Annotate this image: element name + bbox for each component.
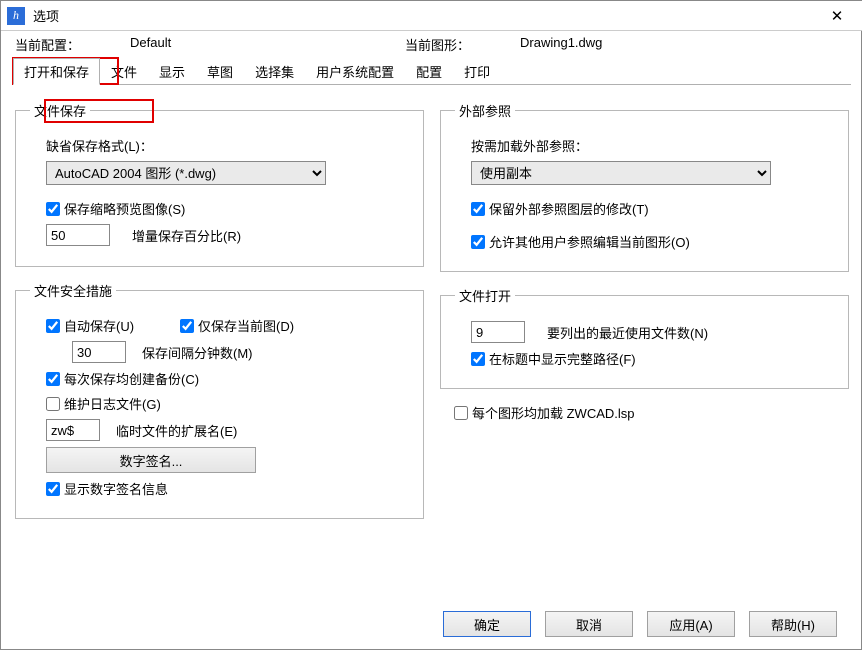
digital-signature-button[interactable]: 数字签名... — [46, 447, 256, 473]
tab-profiles[interactable]: 配置 — [405, 58, 453, 85]
tab-drafting[interactable]: 草图 — [196, 58, 244, 85]
current-profile-value: Default — [130, 35, 171, 54]
retain-changes-input[interactable] — [471, 202, 485, 216]
app-icon: h — [7, 7, 25, 25]
apply-button[interactable]: 应用(A) — [647, 611, 735, 637]
recent-count-input[interactable] — [471, 321, 525, 343]
ok-button[interactable]: 确定 — [443, 611, 531, 637]
recent-count-label: 要列出的最近使用文件数(N) — [547, 323, 708, 342]
legend-file-save: 文件保存 — [30, 101, 90, 120]
group-xref: 外部参照 按需加载外部参照： 使用副本 保留外部参照图层的修改(T) 允许其他用… — [440, 101, 849, 272]
autosave-input[interactable] — [46, 319, 60, 333]
close-button[interactable]: ✕ — [817, 2, 857, 30]
show-full-path-input[interactable] — [471, 352, 485, 366]
inc-percent-input[interactable] — [46, 224, 110, 246]
current-drawing-value: Drawing1.dwg — [520, 35, 602, 54]
save-current-only-input[interactable] — [180, 319, 194, 333]
tab-user-prefs[interactable]: 用户系统配置 — [305, 58, 405, 85]
tab-plot[interactable]: 打印 — [453, 58, 501, 85]
show-digsig-input[interactable] — [46, 482, 60, 496]
allow-others-checkbox[interactable]: 允许其他用户参照编辑当前图形(O) — [471, 232, 690, 251]
load-lsp-input[interactable] — [454, 406, 468, 420]
log-checkbox[interactable]: 维护日志文件(G) — [46, 394, 161, 413]
maintain-preview-input[interactable] — [46, 202, 60, 216]
tab-files[interactable]: 文件 — [100, 58, 148, 85]
demand-load-label: 按需加载外部参照： — [471, 136, 834, 155]
default-format-label: 缺省保存格式(L)： — [46, 136, 409, 155]
allow-others-input[interactable] — [471, 235, 485, 249]
footer-buttons: 确定 取消 应用(A) 帮助(H) — [443, 611, 837, 637]
group-file-save: 文件保存 缺省保存格式(L)： AutoCAD 2004 图形 (*.dwg) … — [15, 101, 424, 267]
load-lsp-checkbox[interactable]: 每个图形均加载 ZWCAD.lsp — [454, 403, 635, 422]
save-current-only-checkbox[interactable]: 仅保存当前图(D) — [180, 316, 294, 335]
help-button[interactable]: 帮助(H) — [749, 611, 837, 637]
legend-xref: 外部参照 — [455, 101, 515, 120]
show-full-path-checkbox[interactable]: 在标题中显示完整路径(F) — [471, 349, 636, 368]
interval-label: 保存间隔分钟数(M) — [142, 343, 253, 362]
window-title: 选项 — [33, 6, 817, 25]
tab-open-save[interactable]: 打开和保存 — [13, 58, 100, 85]
current-profile-label: 当前配置： — [15, 35, 80, 54]
tab-bar: 打开和保存 文件 显示 草图 选择集 用户系统配置 配置 打印 — [1, 58, 862, 85]
ext-label: 临时文件的扩展名(E) — [116, 421, 237, 440]
legend-safety: 文件安全措施 — [30, 281, 116, 300]
group-file-open: 文件打开 要列出的最近使用文件数(N) 在标题中显示完整路径(F) — [440, 286, 849, 389]
backup-input[interactable] — [46, 372, 60, 386]
demand-load-select[interactable]: 使用副本 — [471, 161, 771, 185]
group-safety: 文件安全措施 自动保存(U) 仅保存当前图(D) 保存间隔分钟数(M) — [15, 281, 424, 519]
show-digsig-checkbox[interactable]: 显示数字签名信息 — [46, 479, 168, 498]
autosave-checkbox[interactable]: 自动保存(U) — [46, 316, 134, 335]
retain-changes-checkbox[interactable]: 保留外部参照图层的修改(T) — [471, 199, 649, 218]
default-format-select[interactable]: AutoCAD 2004 图形 (*.dwg) — [46, 161, 326, 185]
titlebar: h 选项 ✕ — [1, 1, 862, 31]
interval-input[interactable] — [72, 341, 126, 363]
inc-percent-label: 增量保存百分比(R) — [132, 226, 241, 245]
current-drawing-label: 当前图形： — [405, 35, 470, 54]
cancel-button[interactable]: 取消 — [545, 611, 633, 637]
maintain-preview-checkbox[interactable]: 保存缩略预览图像(S) — [46, 199, 185, 218]
ext-input[interactable] — [46, 419, 100, 441]
backup-checkbox[interactable]: 每次保存均创建备份(C) — [46, 369, 199, 388]
legend-file-open: 文件打开 — [455, 286, 515, 305]
info-row: 当前配置： Default 当前图形： Drawing1.dwg — [1, 31, 862, 56]
tab-display[interactable]: 显示 — [148, 58, 196, 85]
log-input[interactable] — [46, 397, 60, 411]
tab-selection[interactable]: 选择集 — [244, 58, 305, 85]
